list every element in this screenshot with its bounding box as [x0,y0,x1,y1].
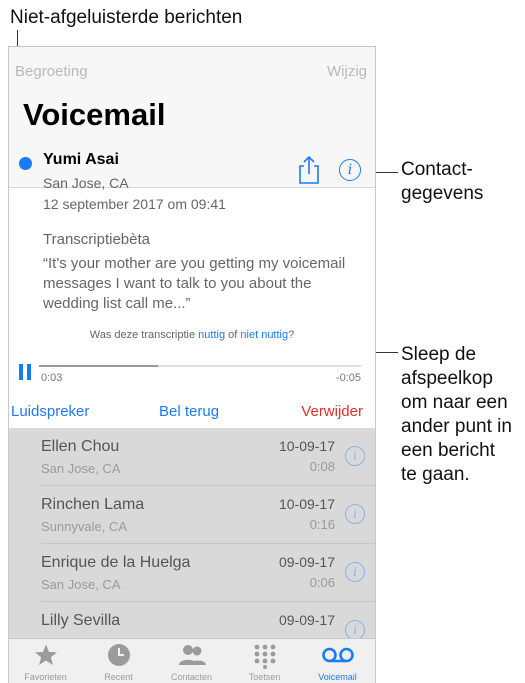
info-icon[interactable]: i [345,562,365,582]
callout-unread: Niet-afgeluisterde berichten [10,7,243,28]
list-item-date: 09-09-17 [278,612,335,628]
list-item-location: San Jose, CA [41,461,121,476]
list-item-date: 10-09-17 [278,438,335,454]
list-item-location: Sunnyvale, CA [41,519,127,534]
tab-bar: Favorieten Recent Contacten Toetsen Voic… [9,638,375,683]
tab-contacts[interactable]: Contacten [155,639,228,683]
tab-label: Voicemail [318,672,357,682]
caller-name: Yumi Asai [43,151,119,168]
tab-voicemail[interactable]: Voicemail [301,639,374,683]
voicemail-list: Ellen Chou San Jose, CA 10-09-17 0:08 i … [9,428,375,638]
edit-button[interactable]: Wijzig [327,63,367,80]
greeting-button[interactable]: Begroeting [15,63,88,80]
unread-indicator [19,157,32,170]
list-item-date: 10-09-17 [278,496,335,512]
share-icon[interactable] [297,155,321,185]
list-item-date: 09-09-17 [278,554,335,570]
useful-link[interactable]: nuttig [198,329,225,341]
tab-favorites[interactable]: Favorieten [9,639,82,683]
list-item-duration: 0:16 [309,517,335,532]
list-item-name: Ellen Chou [41,438,120,455]
voicemail-icon [321,647,354,663]
callout-scrub: Sleep de afspeelkop om naar een ander pu… [401,344,512,485]
info-icon[interactable]: i [345,504,365,524]
clock-icon [107,644,130,666]
list-item-duration: 0:08 [309,459,335,474]
tab-label: Contacten [170,672,213,682]
phone-screen: Begroeting Wijzig Voicemail Yumi Asai Sa… [8,46,376,683]
info-icon[interactable]: i [345,620,365,638]
tab-label: Recent [104,672,133,682]
delete-button[interactable]: Verwijder [301,403,363,420]
list-item-name: Lilly Sevilla [41,612,121,629]
list-item[interactable]: Ellen Chou San Jose, CA 10-09-17 0:08 i [9,428,375,486]
call-back-button[interactable]: Bel terug [159,403,219,420]
page-title: Voicemail [23,97,166,132]
info-icon[interactable]: i [345,446,365,466]
remaining-time: -0:05 [335,372,361,384]
list-item-name: Enrique de la Huelga [41,554,191,571]
tab-label: Favorieten [24,672,67,682]
list-item[interactable]: Lilly Sevilla 09-09-17 i [9,602,375,638]
feedback-prefix: Was deze transcriptie [89,329,196,341]
list-item[interactable]: Rinchen Lama Sunnyvale, CA 10-09-17 0:16… [9,486,375,544]
message-date: 12 september 2017 om 09:41 [43,196,226,212]
feedback-or: of [228,329,238,341]
caller-location: San Jose, CA [43,175,129,191]
list-item-duration: 0:06 [309,575,335,590]
contacts-icon [178,645,206,665]
list-item-name: Rinchen Lama [41,496,145,513]
feedback-suffix: ? [288,329,295,341]
transcript-feedback: Was deze transcriptie nuttig of niet nut… [9,329,375,341]
contact-info-icon[interactable]: i [339,159,361,181]
list-item[interactable]: Enrique de la Huelga San Jose, CA 09-09-… [9,544,375,602]
speaker-button[interactable]: Luidspreker [11,403,89,420]
list-item-location: San Jose, CA [41,577,121,592]
transcript-text: “It's your mother are you getting my voi… [43,255,346,312]
elapsed-time: 0:03 [41,372,63,384]
star-icon [34,644,57,665]
playback-scrubber[interactable] [39,365,361,367]
tab-label: Toetsen [248,672,281,682]
callout-contact: Contact- gegevens [401,159,484,204]
tab-keypad[interactable]: Toetsen [228,639,301,683]
pause-icon[interactable] [19,364,31,380]
not-useful-link[interactable]: niet nuttig [240,329,288,341]
tab-recent[interactable]: Recent [82,639,155,683]
scrubber-progress [39,365,159,367]
keypad-icon [254,644,275,669]
transcript-title: Transcriptiebèta [43,231,150,248]
